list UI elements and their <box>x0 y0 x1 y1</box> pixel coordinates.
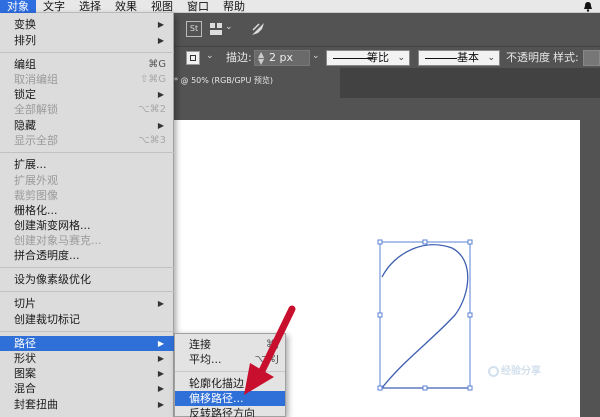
stock-button[interactable]: St <box>186 21 202 37</box>
bbox-handle <box>422 385 428 391</box>
bbox-handle <box>422 239 428 245</box>
watermark-logo-icon <box>488 365 499 377</box>
submenu-arrow-icon: ▶ <box>157 354 164 363</box>
document-tab[interactable]: * @ 50% (RGB/GPU 预览) <box>170 68 340 98</box>
menu-item-flatten-transparency[interactable]: 拼合透明度... <box>0 248 174 263</box>
chevron-down-icon: ⌄ <box>487 53 495 63</box>
menu-window[interactable]: 窗口 <box>180 0 216 13</box>
menu-item-shape[interactable]: 形状 ▶ <box>0 351 174 366</box>
brush-label: 基本 <box>457 51 479 64</box>
bbox-handle <box>467 312 473 318</box>
menu-item-expand[interactable]: 扩展... <box>0 157 174 172</box>
stroke-label: 描边: <box>226 51 252 64</box>
menu-item-gradient-mesh[interactable]: 创建渐变网格... <box>0 218 174 233</box>
stepper-icon[interactable]: ▲ ▼ <box>258 51 264 66</box>
chevron-down-icon: ⌄ <box>397 53 405 63</box>
menu-select[interactable]: 选择 <box>72 0 108 13</box>
chevron-down-icon[interactable]: ⌄ <box>225 22 233 32</box>
submenu-arrow-icon: ▶ <box>157 121 164 130</box>
object-menu-dropdown: 变换 ▶ 排列 ▶ 编组 ⌘G 取消编组 ⇧⌘G 锁定 ▶ 全部解锁 ⌥⌘2 隐藏 ▶ 显示全… <box>0 13 174 417</box>
stroke-weight-value: 2 px <box>269 51 293 64</box>
submenu-arrow-icon: ▶ <box>157 400 164 409</box>
bbox-handle <box>467 239 473 245</box>
profile-label: 等比 <box>367 51 389 64</box>
notification-bell-icon[interactable] <box>582 1 594 12</box>
bbox-handle <box>377 385 383 391</box>
menu-item-crop-image: 裁剪图像 <box>14 189 58 202</box>
style-label: 样式: <box>553 51 579 64</box>
submenu-arrow-icon: ▶ <box>157 339 164 348</box>
menu-item-blend[interactable]: 混合 ▶ <box>0 381 174 396</box>
menu-item-pattern[interactable]: 图案 ▶ <box>0 366 174 381</box>
menu-item-transform[interactable]: 变换 ▶ <box>0 17 174 32</box>
chevron-down-icon[interactable]: ⌄ <box>206 51 214 61</box>
menu-item-trim-marks[interactable]: 创建裁切标记 <box>0 312 174 327</box>
menu-item-hide[interactable]: 隐藏 ▶ <box>0 118 174 133</box>
style-swatch[interactable] <box>583 50 600 66</box>
opacity-label[interactable]: 不透明度 <box>506 47 550 69</box>
watermark: 经验分享 <box>488 362 541 377</box>
variable-width-profile[interactable]: 等比 ⌄ <box>326 50 410 66</box>
watermark-text: 经验分享 <box>501 366 541 377</box>
submenu-item-reverse-path[interactable]: 反转路径方向 <box>175 406 285 417</box>
submenu-arrow-icon: ▶ <box>157 299 164 308</box>
menu-item-lock[interactable]: 锁定 ▶ <box>0 87 174 102</box>
submenu-arrow-icon: ▶ <box>157 369 164 378</box>
menu-item-unlock-all: 全部解锁 ⌥⌘2 <box>14 103 166 116</box>
menu-object[interactable]: 对象 <box>0 0 36 13</box>
menu-item-group[interactable]: 编组 ⌘G <box>0 57 174 72</box>
menu-item-ungroup: 取消编组 ⇧⌘G <box>14 73 166 86</box>
number-two-path <box>380 244 470 389</box>
menu-help[interactable]: 帮助 <box>216 0 252 13</box>
menu-item-expand-appearance: 扩展外观 <box>14 174 58 187</box>
menu-item-pixel-optimize[interactable]: 设为像素级优化 <box>0 272 174 287</box>
menu-item-arrange[interactable]: 排列 ▶ <box>0 33 174 48</box>
arrange-documents-icon[interactable] <box>210 23 222 35</box>
menu-item-path[interactable]: 路径 ▶ <box>0 336 174 351</box>
stroke-color-swatch[interactable] <box>186 51 200 65</box>
bbox-handle <box>377 239 383 245</box>
menu-view[interactable]: 视图 <box>144 0 180 13</box>
menu-item-rasterize[interactable]: 栅格化... <box>0 203 174 218</box>
menu-bar: 对象 文字 选择 效果 视图 窗口 帮助 <box>0 0 600 13</box>
bbox-handle <box>377 312 383 318</box>
menu-type[interactable]: 文字 <box>36 0 72 13</box>
annotation-arrow-icon <box>244 305 296 395</box>
submenu-arrow-icon: ▶ <box>157 36 164 45</box>
stroke-weight-field[interactable]: ▲ ▼ 2 px <box>254 50 310 66</box>
submenu-arrow-icon: ▶ <box>157 90 164 99</box>
menu-item-envelope-distort[interactable]: 封套扭曲 ▶ <box>0 397 174 412</box>
menu-effect[interactable]: 效果 <box>108 0 144 13</box>
brush-definition[interactable]: 基本 ⌄ <box>418 50 500 66</box>
submenu-arrow-icon: ▶ <box>157 384 164 393</box>
selection-bounding-box <box>379 241 471 389</box>
menu-item-slice[interactable]: 切片 ▶ <box>0 296 174 311</box>
menu-item-show-all: 显示全部 ⌥⌘3 <box>14 134 166 147</box>
menu-item-object-mosaic: 创建对象马赛克... <box>14 234 102 247</box>
submenu-arrow-icon: ▶ <box>157 20 164 29</box>
bbox-handle <box>467 385 473 391</box>
document-title: * @ 50% (RGB/GPU 预览) <box>174 76 274 85</box>
gpu-performance-icon[interactable] <box>250 21 266 37</box>
chevron-down-icon[interactable]: ⌄ <box>312 51 320 61</box>
